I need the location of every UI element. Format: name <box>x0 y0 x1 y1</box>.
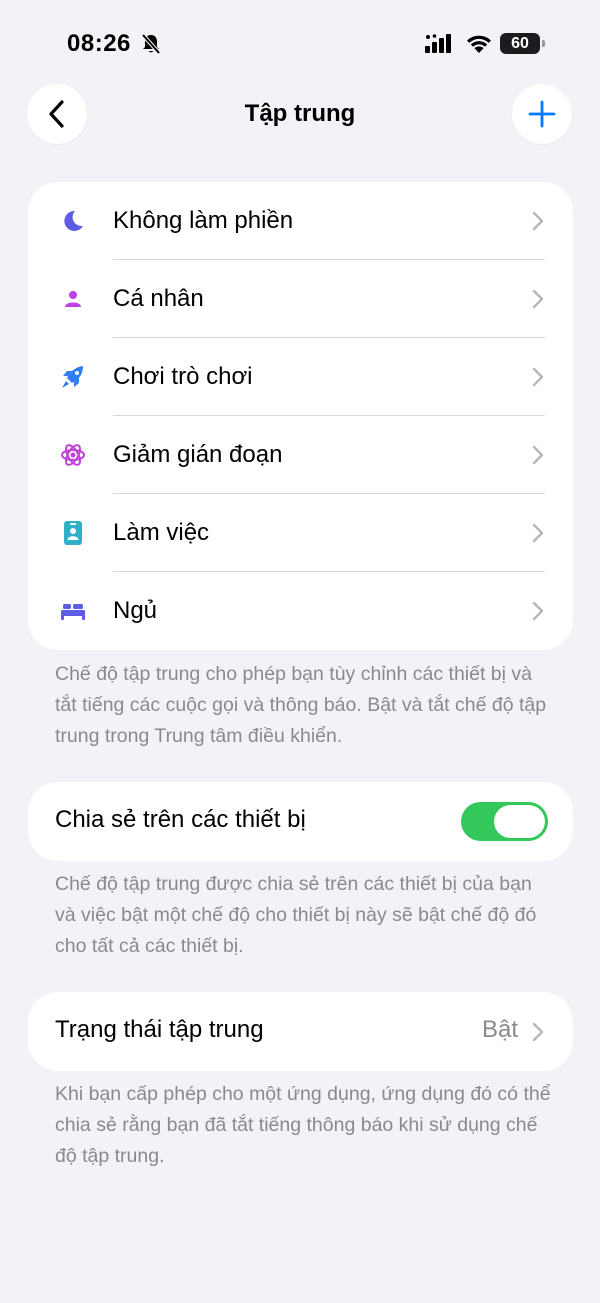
focus-status-value: Bật <box>481 1016 518 1043</box>
focus-item-gaming[interactable]: Chơi trò chơi <box>28 338 573 416</box>
share-across-devices-toggle[interactable] <box>461 802 548 841</box>
battery-icon: 60 <box>500 33 545 54</box>
status-bar: 08:26 60 <box>0 0 600 88</box>
toggle-knob <box>494 805 545 838</box>
person-icon <box>58 284 88 314</box>
focus-item-label: Cá nhân <box>113 285 204 312</box>
moon-icon <box>58 206 88 236</box>
rocket-icon <box>58 362 88 392</box>
focus-item-reduce-interruptions[interactable]: Giảm gián đoạn <box>28 416 573 494</box>
chevron-right-icon <box>532 211 544 231</box>
focus-item-label: Chơi trò chơi <box>113 363 253 390</box>
chevron-right-icon <box>532 445 544 465</box>
share-description: Chế độ tập trung được chia sẻ trên các t… <box>55 873 537 957</box>
focus-modes-list: Không làm phiền Cá nhân Chơi trò chơi Gi… <box>28 182 573 650</box>
focus-item-label: Làm việc <box>113 519 210 546</box>
focus-item-personal[interactable]: Cá nhân <box>28 260 573 338</box>
focus-item-label: Giảm gián đoạn <box>113 441 283 468</box>
focus-description: Chế độ tập trung cho phép bạn tùy chỉnh … <box>55 663 547 747</box>
share-across-devices-label: Chia sẻ trên các thiết bị <box>55 806 306 833</box>
focus-item-sleep[interactable]: Ngủ <box>28 572 573 650</box>
chevron-right-icon <box>532 289 544 309</box>
focus-item-label: Không làm phiền <box>113 207 294 234</box>
add-focus-button[interactable] <box>512 84 572 144</box>
bell-off-icon <box>141 33 161 55</box>
chevron-right-icon <box>532 1022 544 1042</box>
wifi-icon <box>467 35 491 53</box>
share-across-devices-row: Chia sẻ trên các thiết bị <box>28 782 573 861</box>
id-badge-icon <box>58 518 88 548</box>
atom-icon <box>58 440 88 470</box>
focus-item-work[interactable]: Làm việc <box>28 494 573 572</box>
focus-item-do-not-disturb[interactable]: Không làm phiền <box>28 182 573 260</box>
chevron-right-icon <box>532 523 544 543</box>
focus-status-row[interactable]: Trạng thái tập trung Bật <box>28 992 573 1071</box>
focus-settings-screen: 08:26 60 Tập trung Không làm phiền Cá nh… <box>0 0 600 1303</box>
focus-status-description: Khi bạn cấp phép cho một ứng dụng, ứng d… <box>55 1083 551 1167</box>
chevron-right-icon <box>532 367 544 387</box>
page-title: Tập trung <box>244 100 356 127</box>
status-time: 08:26 <box>67 30 131 57</box>
bed-icon <box>58 596 88 626</box>
cellular-signal-icon <box>425 34 451 53</box>
plus-icon <box>528 100 556 128</box>
focus-status-label: Trạng thái tập trung <box>55 1016 264 1043</box>
chevron-right-icon <box>532 601 544 621</box>
focus-item-label: Ngủ <box>113 597 158 624</box>
